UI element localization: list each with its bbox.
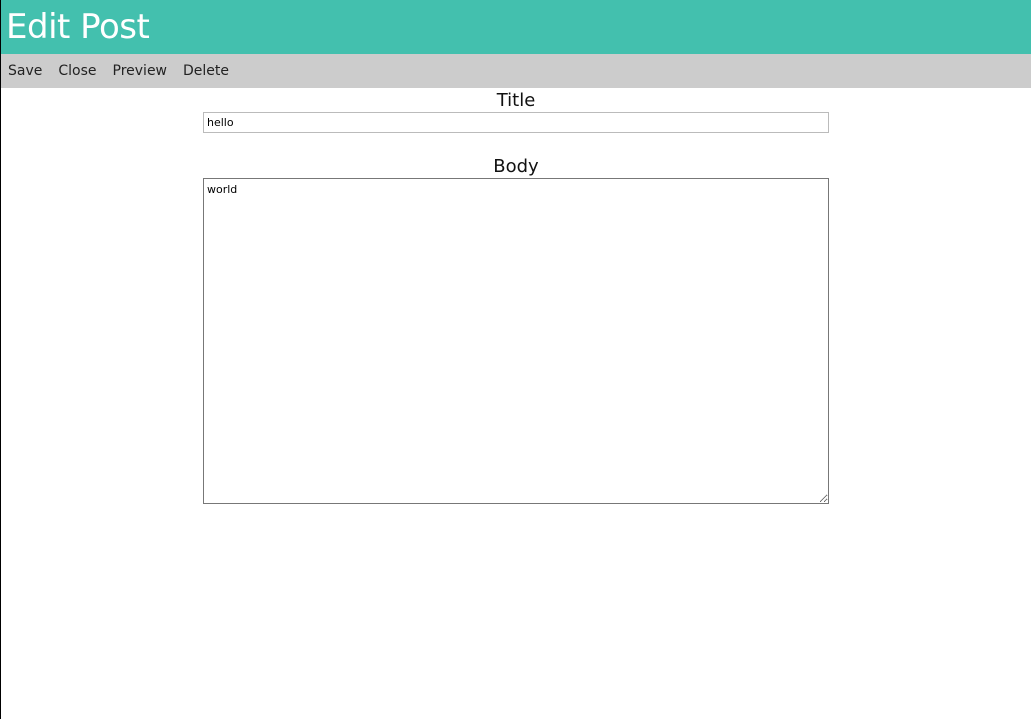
toolbar: Save Close Preview Delete — [1, 54, 1031, 88]
body-textarea[interactable]: world — [203, 178, 829, 504]
page-header: Edit Post — [1, 0, 1031, 54]
save-button[interactable]: Save — [8, 63, 42, 79]
app-window: Edit Post Save Close Preview Delete Titl… — [0, 0, 1031, 719]
body-label: Body — [493, 156, 539, 177]
delete-button[interactable]: Delete — [183, 63, 229, 79]
preview-button[interactable]: Preview — [113, 63, 168, 79]
title-label: Title — [496, 90, 536, 111]
page-title: Edit Post — [6, 7, 150, 47]
title-input[interactable] — [203, 112, 829, 133]
edit-form: Title Body world — [203, 88, 829, 504]
close-button[interactable]: Close — [58, 63, 96, 79]
